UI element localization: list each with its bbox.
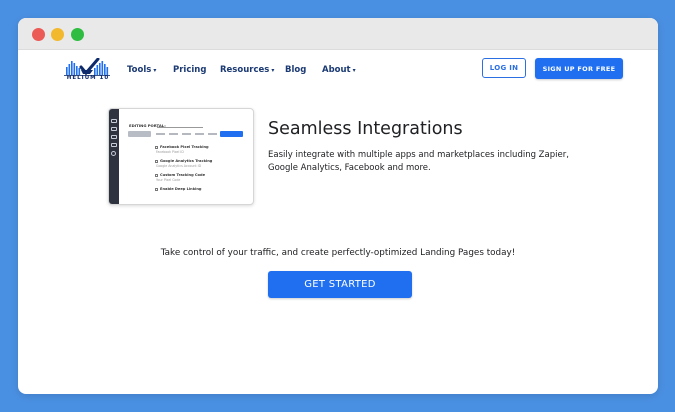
nav-resources-label: Resources (220, 65, 270, 75)
nav-blog-label: Blog (285, 65, 307, 75)
cta-tagline: Take control of your traffic, and create… (160, 248, 516, 258)
preview-option-sub: Facebook Pixel ID (156, 150, 184, 154)
chevron-down-icon: ▾ (153, 67, 157, 74)
preview-progress-dash (169, 133, 178, 135)
preview-label-underline (157, 127, 203, 128)
browser-window: HELIUM 10 Tools ▾ Pricing Resources ▾ Blog… (18, 18, 658, 394)
checkbox-icon (155, 187, 159, 191)
preview-option-title: Facebook Pixel Tracking (160, 145, 209, 149)
preview-sidebar-settings-icon (111, 151, 116, 156)
nav-tools[interactable]: Tools ▾ (127, 65, 156, 75)
nav-blog[interactable]: Blog (285, 65, 306, 75)
login-button[interactable]: LOG IN (482, 58, 526, 78)
checkbox-icon (155, 159, 159, 163)
nav-about-label: About (322, 65, 351, 75)
nav-pricing-label: Pricing (173, 65, 207, 75)
feature-title: Seamless Integrations (268, 119, 463, 139)
preview-option-title: Google Analytics Tracking (160, 159, 213, 163)
site-navbar: HELIUM 10 Tools ▾ Pricing Resources ▾ Blog… (18, 50, 658, 90)
get-started-button[interactable]: GET STARTED (268, 271, 412, 298)
signup-button[interactable]: SIGN UP FOR FREE (535, 58, 623, 79)
preview-grey-button (128, 131, 151, 137)
preview-blue-button (220, 131, 243, 137)
helium10-logo[interactable]: HELIUM 10 (60, 57, 116, 84)
chevron-down-icon: ▾ (352, 67, 356, 74)
preview-progress-dash (156, 133, 165, 135)
nav-about[interactable]: About ▾ (322, 65, 356, 75)
nav-tools-label: Tools (127, 65, 152, 75)
nav-resources[interactable]: Resources ▾ (220, 65, 274, 75)
preview-option-title: Enable Deep Linking (160, 187, 202, 191)
preview-option-sub: Google Analytics Account ID (156, 164, 202, 168)
preview-sidebar-grid-icon (111, 135, 117, 139)
preview-progress-dash (195, 133, 204, 135)
checkbox-icon (155, 145, 159, 149)
preview-option-title: Custom Tracking Code (160, 173, 206, 177)
minimize-window-button[interactable] (51, 28, 64, 41)
close-window-button[interactable] (32, 28, 45, 41)
preview-sidebar (109, 109, 119, 204)
preview-sidebar-layers-icon (111, 143, 117, 147)
preview-option-sub: Your Pixel Code (156, 178, 181, 182)
integrations-preview-image: EDITING PORTAL: Facebook Pixel Tracking … (108, 108, 254, 205)
preview-sidebar-page-icon (111, 127, 117, 131)
chevron-down-icon: ▾ (271, 67, 275, 74)
logo-wordmark: HELIUM 10 (66, 75, 110, 81)
checkbox-icon (155, 173, 159, 177)
preview-sidebar-edit-icon (111, 119, 117, 123)
logo-bars-icon (64, 57, 110, 76)
preview-progress-dash (208, 133, 217, 135)
zoom-window-button[interactable] (71, 28, 84, 41)
window-titlebar (18, 18, 658, 50)
preview-progress-dash (182, 133, 191, 135)
nav-pricing[interactable]: Pricing (173, 65, 206, 75)
feature-description: Easily integrate with multiple apps and … (268, 150, 569, 173)
